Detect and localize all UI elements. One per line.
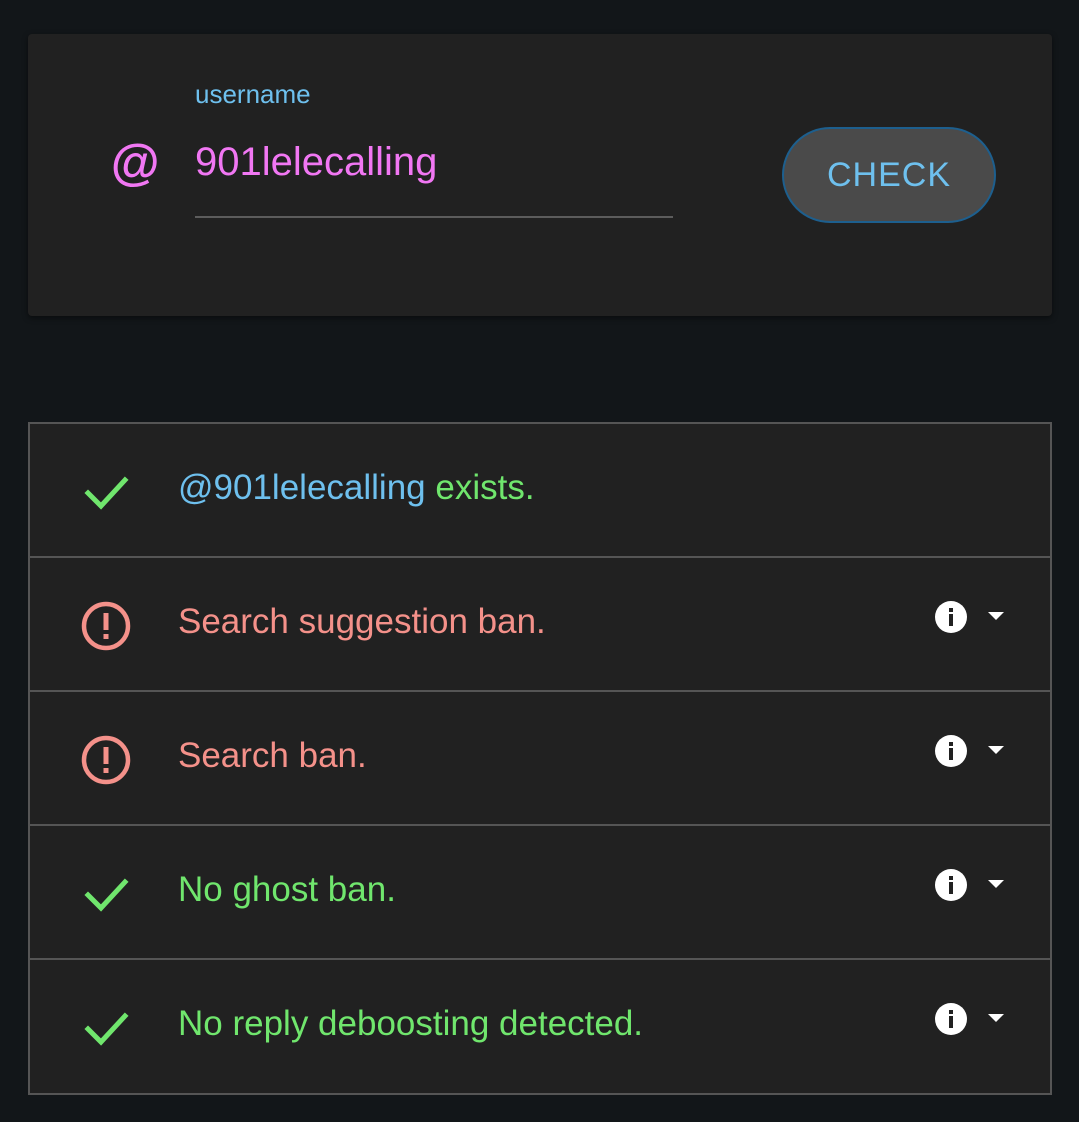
chevron-down-icon[interactable] — [986, 744, 1006, 756]
result-text: @901lelecalling exists. — [178, 468, 535, 508]
alert-circle-icon — [81, 735, 131, 785]
check-icon — [84, 476, 129, 510]
check-button[interactable]: CHECK — [782, 127, 996, 223]
username-field-label: username — [195, 79, 311, 109]
result-label: Search suggestion ban. — [178, 602, 546, 641]
result-row-search-suggestion-ban[interactable]: Search suggestion ban. — [30, 558, 1050, 692]
username-input[interactable] — [195, 132, 673, 218]
check-icon — [84, 1012, 129, 1046]
at-icon: @ — [110, 135, 159, 191]
chevron-down-icon[interactable] — [986, 878, 1006, 890]
result-label: exists. — [425, 468, 535, 507]
result-label: Search ban. — [178, 736, 367, 775]
result-label: No reply deboosting detected. — [178, 1004, 644, 1043]
chevron-down-icon[interactable] — [986, 610, 1006, 622]
result-row-reply-deboosting[interactable]: No reply deboosting detected. — [30, 960, 1050, 1093]
result-row-search-ban[interactable]: Search ban. — [30, 692, 1050, 826]
result-row-exists: @901lelecalling exists. — [30, 424, 1050, 558]
result-handle: @901lelecalling — [178, 468, 426, 507]
results-list: @901lelecalling exists. Search suggestio… — [28, 422, 1052, 1095]
info-icon[interactable] — [934, 1002, 968, 1036]
info-icon[interactable] — [934, 734, 968, 768]
result-label: No ghost ban. — [178, 870, 396, 909]
alert-circle-icon — [81, 601, 131, 651]
chevron-down-icon[interactable] — [986, 1012, 1006, 1024]
info-icon[interactable] — [934, 868, 968, 902]
check-icon — [84, 878, 129, 912]
result-row-ghost-ban[interactable]: No ghost ban. — [30, 826, 1050, 960]
info-icon[interactable] — [934, 600, 968, 634]
